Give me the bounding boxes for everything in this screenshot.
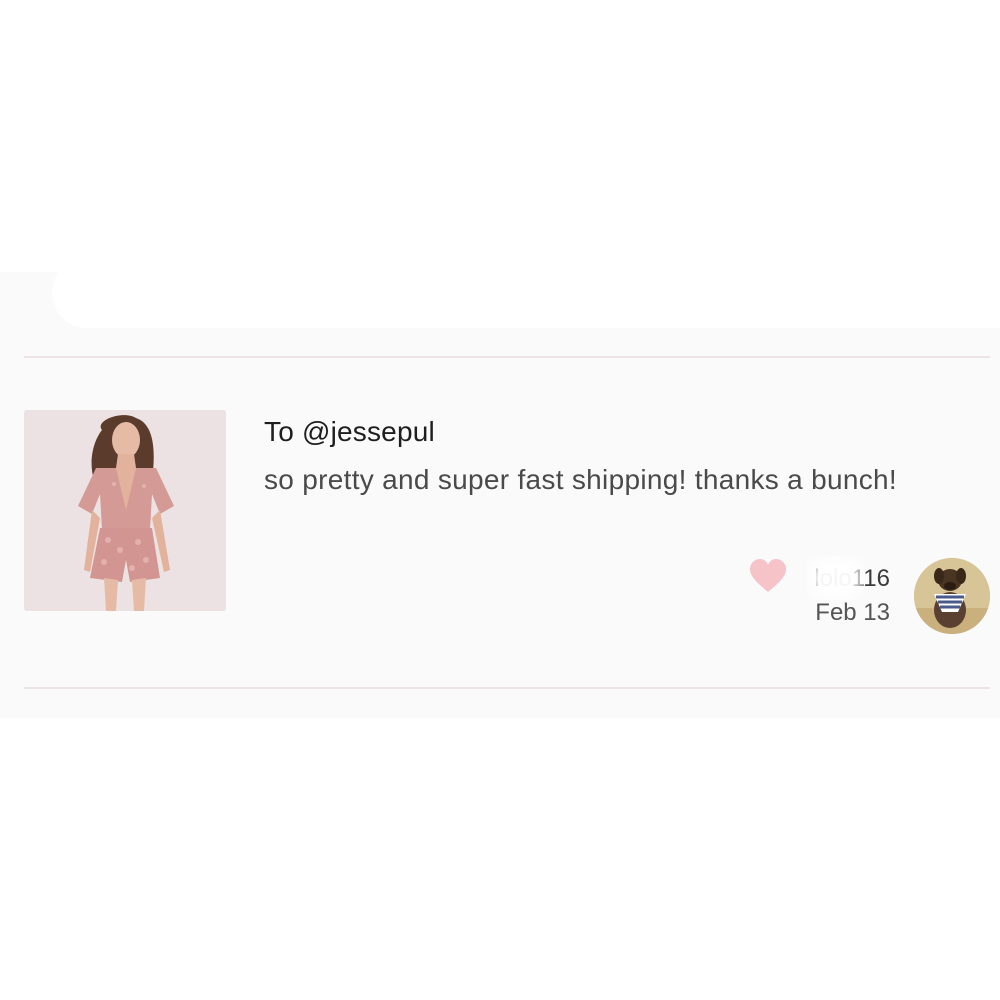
product-photo	[24, 410, 226, 611]
top-fade	[52, 258, 1000, 328]
review-meta: lolo116 Feb 13	[806, 556, 890, 630]
product-thumbnail[interactable]	[24, 410, 226, 611]
review-item: To @jessepul so pretty and super fast sh…	[0, 358, 1000, 686]
review-date: Feb 13	[815, 599, 890, 626]
review-comment: so pretty and super fast shipping! thank…	[264, 464, 897, 495]
heart-icon[interactable]	[748, 558, 788, 594]
reviewer-username[interactable]: lolo116	[806, 556, 890, 600]
reviewer-avatar-photo	[914, 558, 990, 634]
username-obscure	[806, 556, 864, 600]
divider-bottom	[24, 687, 990, 689]
review-recipient[interactable]: To @jessepul	[264, 412, 954, 452]
avatar[interactable]	[914, 558, 990, 634]
review-text-block: To @jessepul so pretty and super fast sh…	[264, 412, 954, 502]
review-page: To @jessepul so pretty and super fast sh…	[0, 0, 1000, 1000]
